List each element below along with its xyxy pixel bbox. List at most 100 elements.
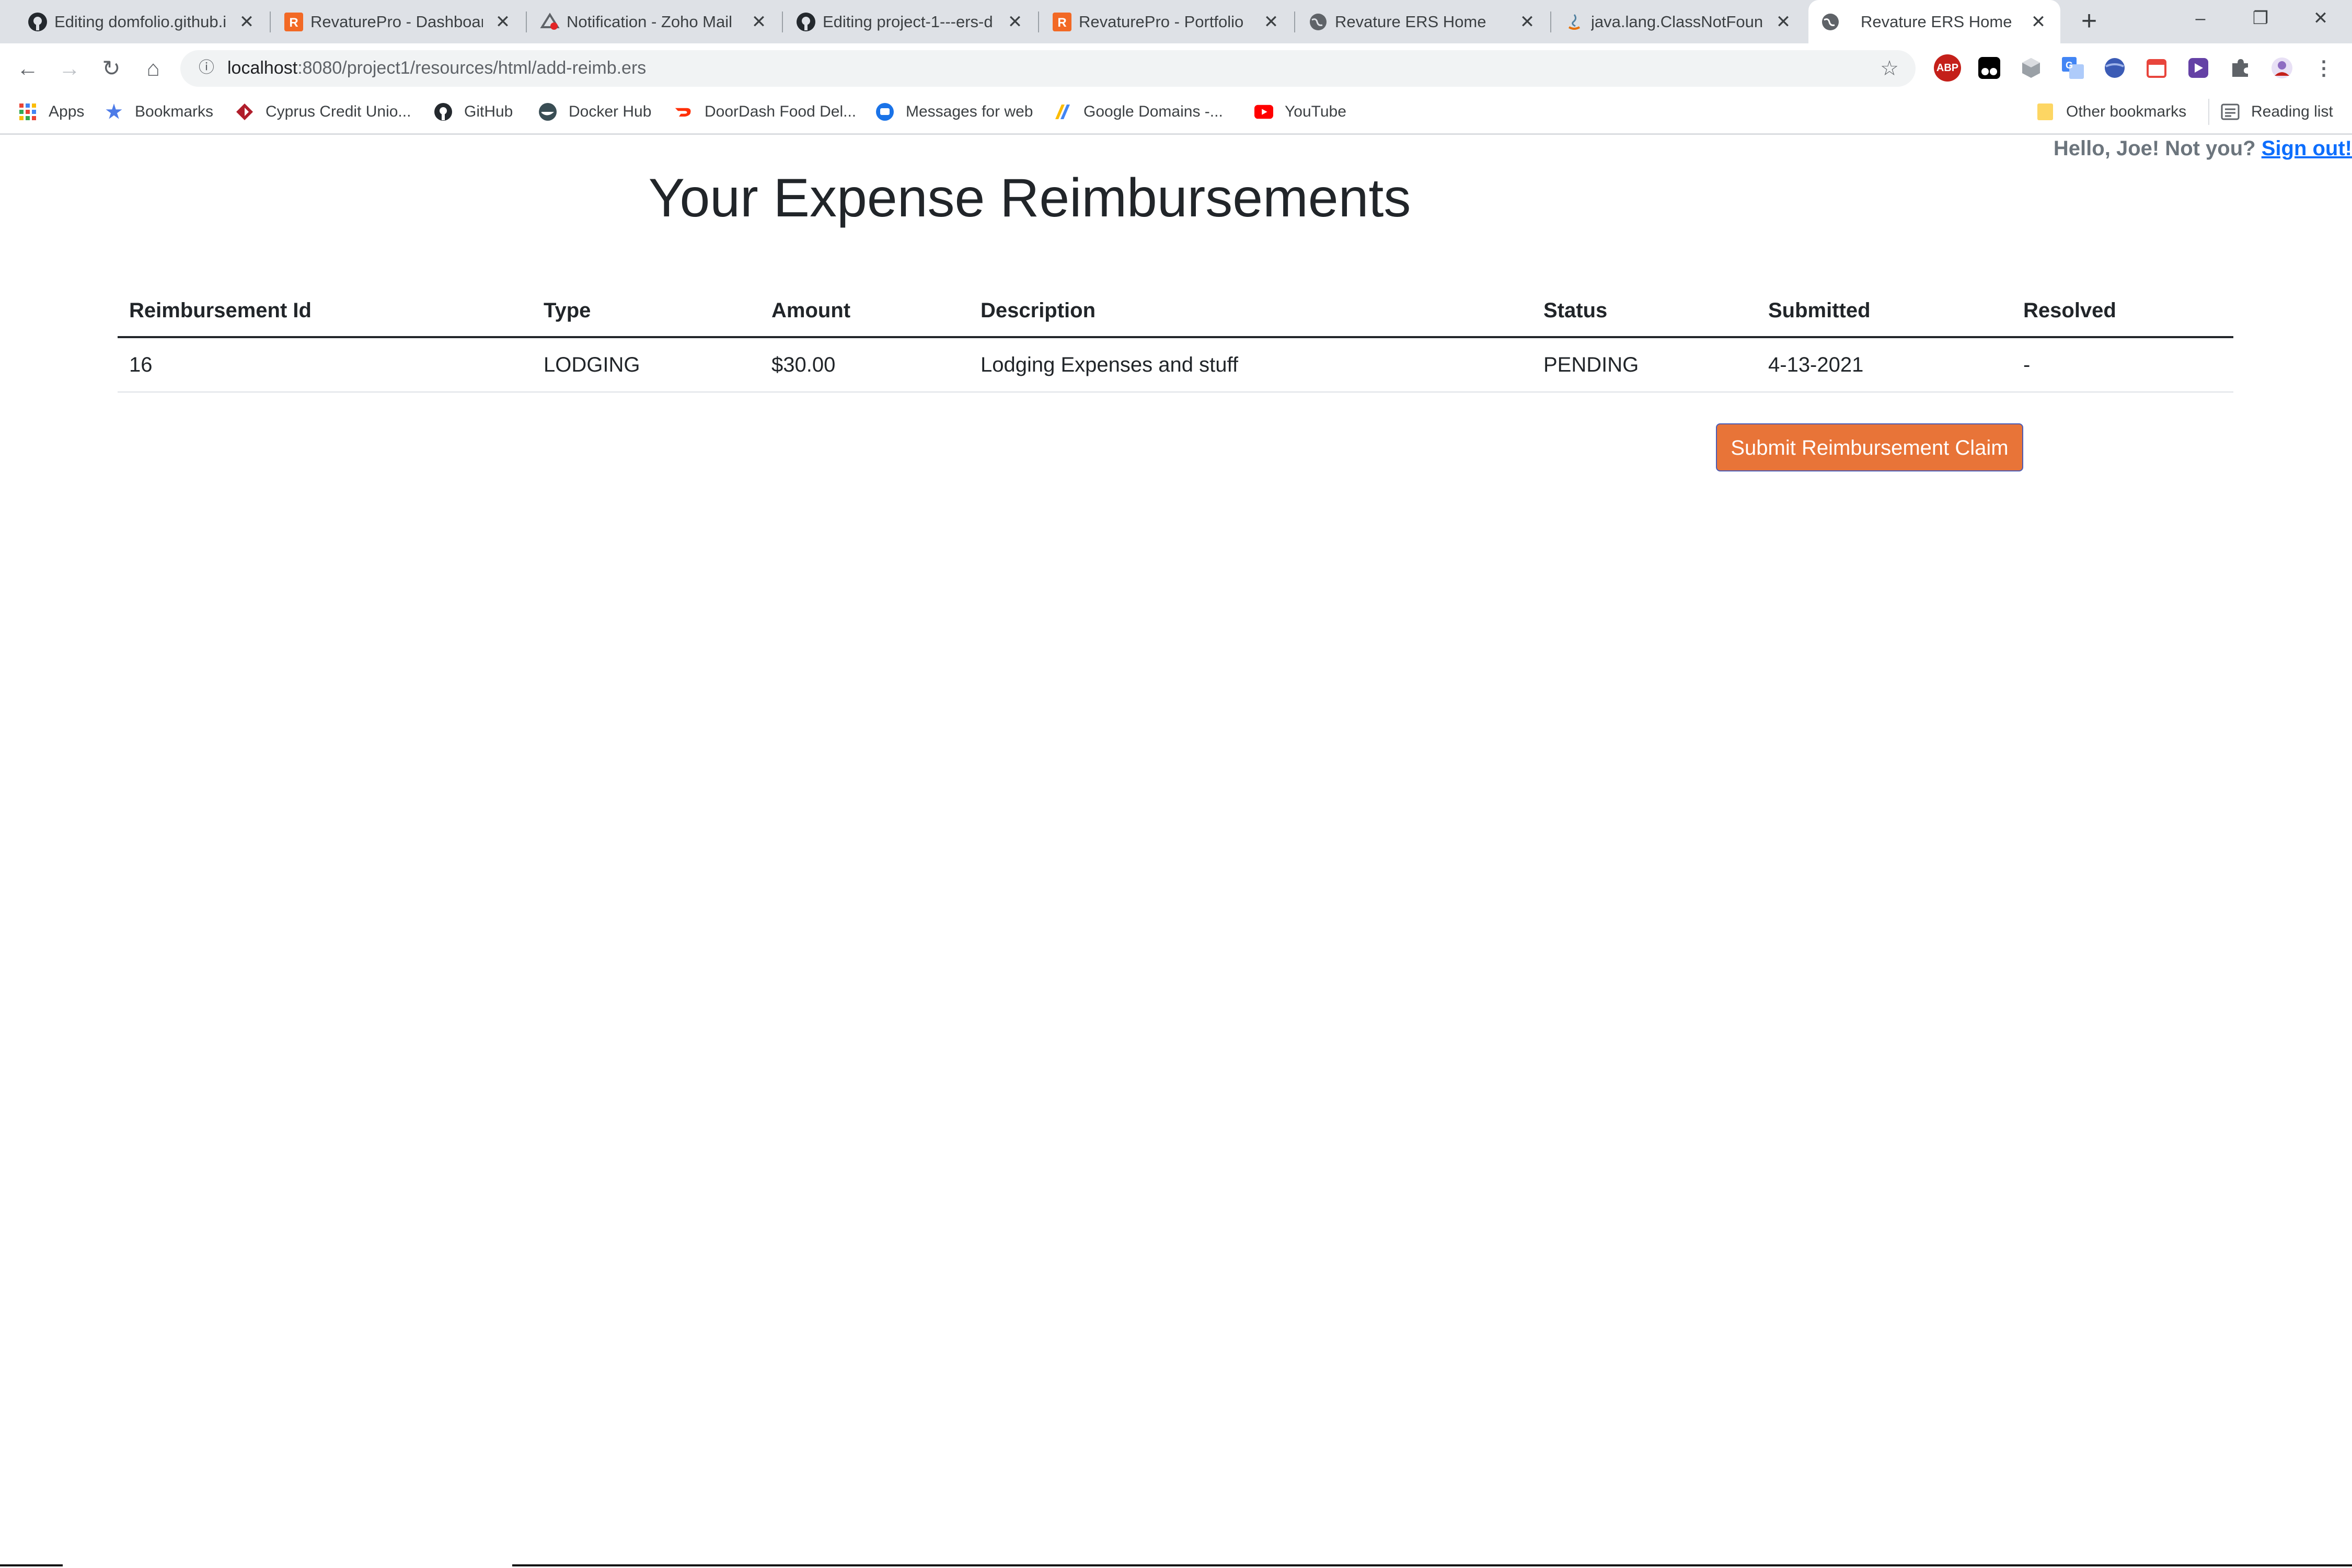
sign-out-link[interactable]: Sign out!: [2262, 137, 2352, 160]
close-tab-icon[interactable]: ✕: [747, 10, 770, 33]
restore-icon[interactable]: ❐: [2245, 5, 2276, 31]
close-tab-icon[interactable]: ✕: [1772, 10, 1795, 33]
cell-type: LODGING: [532, 337, 760, 393]
bookmark-github[interactable]: GitHub: [434, 99, 513, 125]
star-icon: ★: [105, 101, 123, 122]
close-tab-icon[interactable]: ✕: [1004, 10, 1027, 33]
close-tab-icon[interactable]: ✕: [235, 10, 258, 33]
cyprus-icon: [235, 102, 254, 121]
revature-icon: R: [1052, 11, 1073, 32]
table-row: 16 LODGING $30.00 Lodging Expenses and s…: [118, 337, 2233, 393]
site-info-icon[interactable]: ⓘ: [196, 57, 217, 78]
tab-5[interactable]: Revature ERS Home ✕: [1308, 0, 1551, 43]
tab-7-active[interactable]: Revature ERS Home ✕: [1808, 0, 2060, 43]
tab-strip: Editing domfolio.github.io ✕ R RevatureP…: [0, 0, 2352, 43]
close-tab-icon[interactable]: ✕: [1516, 10, 1539, 33]
tab-divider: [1294, 11, 1295, 32]
tab-divider: [270, 11, 271, 32]
page-title: Your Expense Reimbursements: [648, 168, 1411, 228]
close-tab-icon[interactable]: ✕: [491, 10, 514, 33]
puzzle-icon[interactable]: [2227, 54, 2254, 82]
tab-divider: [1038, 11, 1039, 32]
cell-submitted: 4-13-2021: [1757, 337, 2012, 393]
tab-4[interactable]: R RevaturePro - Portfolio ✕: [1052, 0, 1295, 43]
tab-2[interactable]: Notification - Zoho Mail ✕: [539, 0, 783, 43]
window-close-icon[interactable]: ✕: [2305, 5, 2336, 31]
twitch-icon[interactable]: [2185, 54, 2212, 82]
url-path: :8080/project1/resources/html/add-reimb.…: [297, 58, 647, 78]
bookmark-messages[interactable]: Messages for web: [875, 99, 1033, 125]
tab-divider: [782, 11, 783, 32]
col-header-type: Type: [532, 285, 760, 338]
url-text[interactable]: localhost:8080/project1/resources/html/a…: [227, 58, 646, 78]
home-icon[interactable]: ⌂: [139, 54, 168, 83]
bookmark-docker-hub[interactable]: Docker Hub: [538, 99, 651, 125]
table-header-row: Reimbursement Id Type Amount Description…: [118, 285, 2233, 338]
tab-6[interactable]: java.lang.ClassNotFound ✕: [1564, 0, 1795, 43]
minimize-icon[interactable]: –: [2185, 5, 2216, 31]
col-header-status: Status: [1532, 285, 1757, 338]
taskbar-edge: [0, 1564, 63, 1566]
java-icon: [1564, 11, 1585, 32]
github-icon: [795, 11, 816, 32]
close-tab-icon[interactable]: ✕: [1260, 10, 1283, 33]
calendar-extension-icon[interactable]: [2143, 54, 2170, 82]
cell-description: Lodging Expenses and stuff: [969, 337, 1532, 393]
tampermonkey-icon[interactable]: [1976, 54, 2003, 82]
cell-reimbursement-id: 16: [118, 337, 532, 393]
github-icon: [27, 11, 48, 32]
profile-avatar-icon[interactable]: [2268, 54, 2296, 82]
cell-amount: $30.00: [760, 337, 969, 393]
address-bar[interactable]: ⓘ localhost:8080/project1/resources/html…: [180, 50, 1916, 87]
bookmark-cyprus[interactable]: Cyprus Credit Unio...: [235, 99, 411, 125]
github-icon: [434, 102, 453, 121]
tab-3[interactable]: Editing project-1---ers-d ✕: [795, 0, 1039, 43]
col-header-description: Description: [969, 285, 1532, 338]
cell-resolved: -: [2012, 337, 2233, 393]
reading-list-icon: [2221, 102, 2240, 121]
docker-icon: [538, 102, 557, 121]
svg-text:R: R: [1057, 16, 1066, 30]
globe-icon: [1308, 11, 1329, 32]
kebab-menu-icon[interactable]: ⋮: [2310, 54, 2337, 82]
reading-list[interactable]: Reading list: [2208, 99, 2333, 125]
reimbursements-table: Reimbursement Id Type Amount Description…: [118, 285, 2233, 393]
bookmark-youtube[interactable]: YouTube: [1254, 99, 1346, 125]
adblock-plus-icon[interactable]: ABP: [1934, 54, 1961, 82]
col-header-submitted: Submitted: [1757, 285, 2012, 338]
translate-icon[interactable]: G: [2059, 54, 2086, 82]
col-header-resolved: Resolved: [2012, 285, 2233, 338]
forward-icon[interactable]: →: [55, 54, 84, 83]
bookmark-doordash[interactable]: DoorDash Food Del...: [674, 99, 856, 125]
new-tab-icon[interactable]: +: [2077, 7, 2102, 34]
col-header-reimbursement-id: Reimbursement Id: [118, 285, 532, 338]
bookmark-star-icon[interactable]: ☆: [1880, 56, 1899, 80]
cell-status: PENDING: [1532, 337, 1757, 393]
bookmark-apps[interactable]: Apps: [18, 99, 84, 125]
other-bookmarks[interactable]: Other bookmarks: [2036, 99, 2186, 125]
doordash-icon: [674, 102, 693, 121]
zoho-icon: [539, 11, 560, 32]
revature-icon: R: [283, 11, 304, 32]
cube-extension-icon[interactable]: [2017, 54, 2045, 82]
tab-1[interactable]: R RevaturePro - Dashboard ✕: [283, 0, 527, 43]
greeting-text: Hello, Joe! Not you?: [2053, 137, 2262, 160]
bookmark-bookmarks[interactable]: ★ Bookmarks: [105, 99, 213, 125]
apps-grid-icon: [18, 102, 37, 121]
vpn-globe-icon[interactable]: [2101, 54, 2128, 82]
back-icon[interactable]: ←: [13, 54, 42, 83]
google-domains-icon: [1053, 102, 1072, 121]
col-header-amount: Amount: [760, 285, 969, 338]
close-tab-icon[interactable]: ✕: [2027, 10, 2050, 33]
tab-divider: [526, 11, 527, 32]
submit-reimbursement-button[interactable]: Submit Reimbursement Claim: [1716, 423, 2023, 471]
reload-icon[interactable]: ↻: [97, 54, 126, 83]
svg-text:G: G: [2066, 60, 2073, 71]
bookmarks-bar: Apps ★ Bookmarks Cyprus Credit Unio... G…: [0, 93, 2352, 135]
tab-0[interactable]: Editing domfolio.github.io ✕: [27, 0, 271, 43]
bookmark-google-domains[interactable]: Google Domains -...: [1053, 99, 1223, 125]
youtube-icon: [1254, 102, 1273, 121]
svg-text:R: R: [289, 16, 298, 30]
folder-icon: [2036, 102, 2055, 121]
globe-icon: [1820, 11, 1841, 32]
